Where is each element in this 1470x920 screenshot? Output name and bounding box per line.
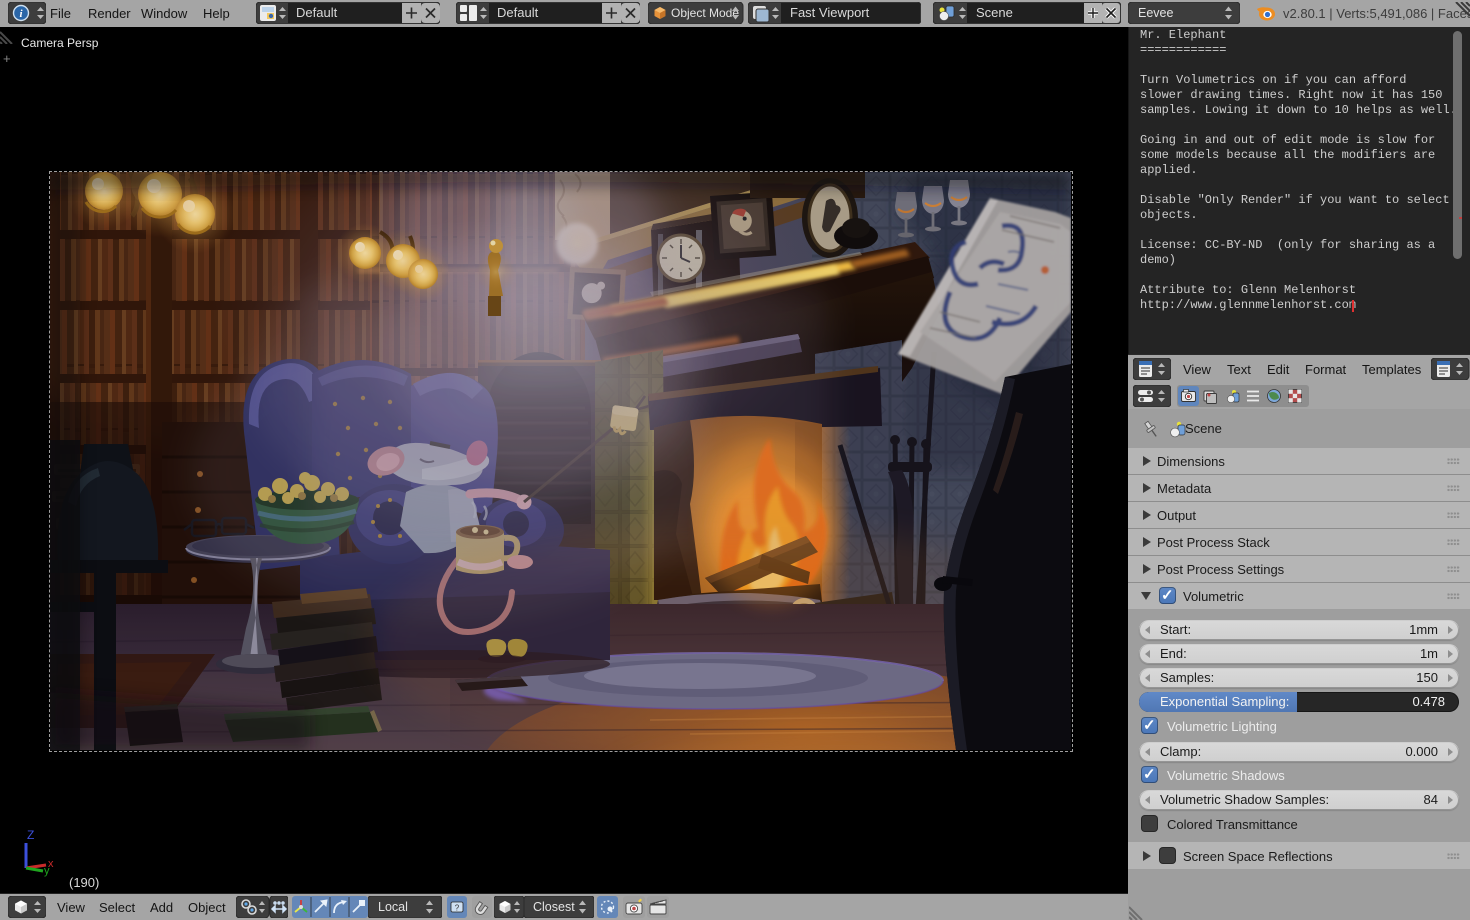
svg-text:Z: Z: [27, 828, 34, 842]
svg-text:Fast Viewport: Fast Viewport: [790, 5, 870, 20]
svg-text:Scene: Scene: [976, 5, 1013, 20]
svg-text:Object Mode: Object Mode: [671, 6, 739, 20]
svg-text:Closest: Closest: [533, 900, 575, 914]
svg-text:Default: Default: [296, 5, 338, 20]
svg-text:Local: Local: [378, 900, 408, 914]
svg-text:y: y: [44, 865, 50, 877]
svg-text:Default: Default: [497, 5, 539, 20]
svg-text:(190): (190): [69, 875, 99, 890]
svg-text:?: ?: [455, 904, 460, 913]
svg-text:Eevee: Eevee: [1138, 6, 1173, 20]
